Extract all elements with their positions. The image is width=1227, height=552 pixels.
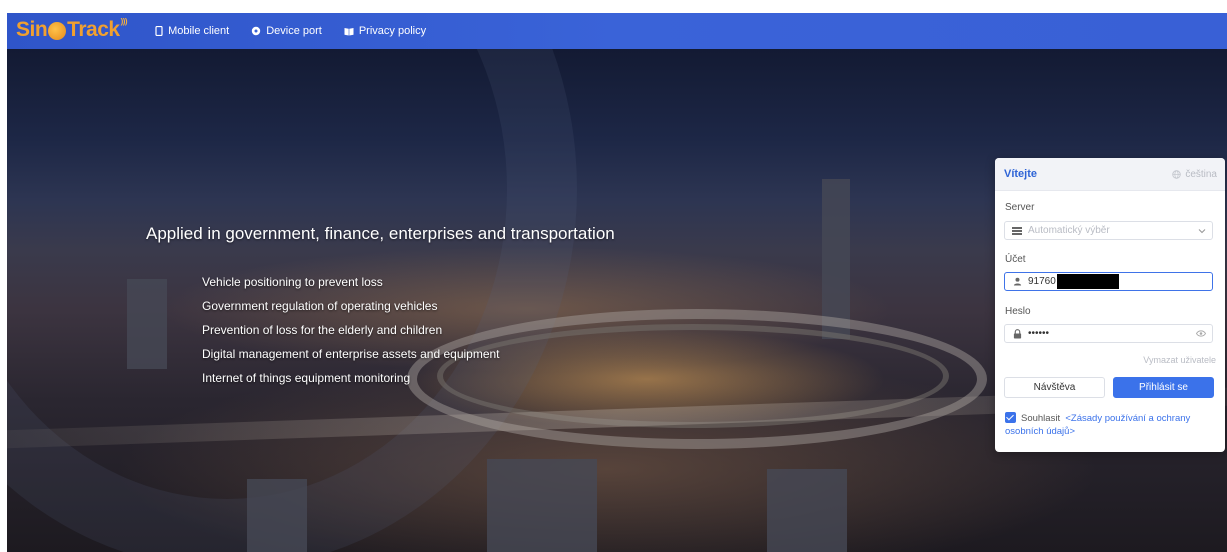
logo-globe-icon (48, 22, 67, 40)
city-building (247, 479, 307, 552)
book-icon (344, 27, 354, 35)
password-input[interactable]: •••••• (1004, 324, 1213, 343)
password-input-value: •••••• (1028, 328, 1050, 339)
clear-user-link[interactable]: Vymazat uživatele (1143, 355, 1216, 365)
redaction-block (1056, 274, 1119, 289)
account-input-value: 91760 (1028, 276, 1056, 287)
nav-privacy-policy[interactable]: Privacy policy (344, 25, 426, 37)
city-building (767, 469, 847, 552)
nav-mobile-client-label: Mobile client (168, 25, 230, 37)
show-password-eye-icon[interactable] (1196, 330, 1206, 337)
agree-label: Souhlasit (1021, 413, 1061, 424)
city-building (127, 279, 167, 369)
login-panel: Vítejte čeština Server Automatický výběr… (995, 158, 1225, 452)
device-icon (252, 26, 261, 36)
logo-text-right: Track (67, 18, 120, 41)
language-label: čeština (1185, 168, 1217, 180)
login-button[interactable]: Přihlásit se (1113, 377, 1214, 398)
account-input[interactable]: 91760 (1004, 272, 1213, 291)
server-label: Server (1005, 202, 1035, 213)
visit-button[interactable]: Návštěva (1004, 377, 1105, 398)
top-nav-bar: Sin Track ))) Mobile client Device port … (7, 13, 1227, 49)
sinotrack-logo[interactable]: Sin Track ))) (16, 16, 128, 42)
nav-device-port-label: Device port (266, 25, 322, 37)
server-select-placeholder: Automatický výběr (1028, 225, 1110, 236)
feature-item: Prevention of loss for the elderly and c… (202, 323, 443, 337)
language-selector[interactable]: čeština (1172, 169, 1217, 180)
agreement: Souhlasit <Zásady používání a ochrany os… (1005, 412, 1217, 438)
agree-checkbox[interactable] (1005, 412, 1016, 423)
login-header: Vítejte čeština (995, 158, 1225, 191)
password-label: Heslo (1005, 306, 1031, 317)
feature-list: Vehicle positioning to prevent loss Gove… (202, 274, 500, 394)
hero-title: Applied in government, finance, enterpri… (146, 224, 615, 243)
nav-device-port[interactable]: Device port (251, 25, 322, 37)
lock-icon (1011, 328, 1023, 339)
nav-menu: Mobile client Device port Privacy policy (155, 25, 426, 37)
user-icon (1011, 277, 1023, 286)
feature-item: Government regulation of operating vehic… (202, 299, 438, 313)
welcome-title: Vítejte (1004, 168, 1038, 180)
server-list-icon (1011, 226, 1023, 235)
globe-icon (1172, 169, 1182, 179)
server-select[interactable]: Automatický výběr (1004, 221, 1213, 240)
nav-mobile-client[interactable]: Mobile client (155, 25, 229, 37)
account-label: Účet (1005, 254, 1026, 265)
feature-item: Vehicle positioning to prevent loss (202, 275, 383, 289)
logo-text-left: Sin (16, 18, 48, 41)
feature-item: Digital management of enterprise assets … (202, 347, 500, 361)
city-building (822, 179, 850, 339)
logo-signal-icon: ))) (120, 16, 128, 26)
nav-privacy-policy-label: Privacy policy (358, 25, 427, 37)
chevron-down-icon (1198, 228, 1206, 234)
phone-icon (155, 26, 163, 36)
city-building (487, 459, 597, 552)
feature-item: Internet of things equipment monitoring (202, 371, 411, 385)
